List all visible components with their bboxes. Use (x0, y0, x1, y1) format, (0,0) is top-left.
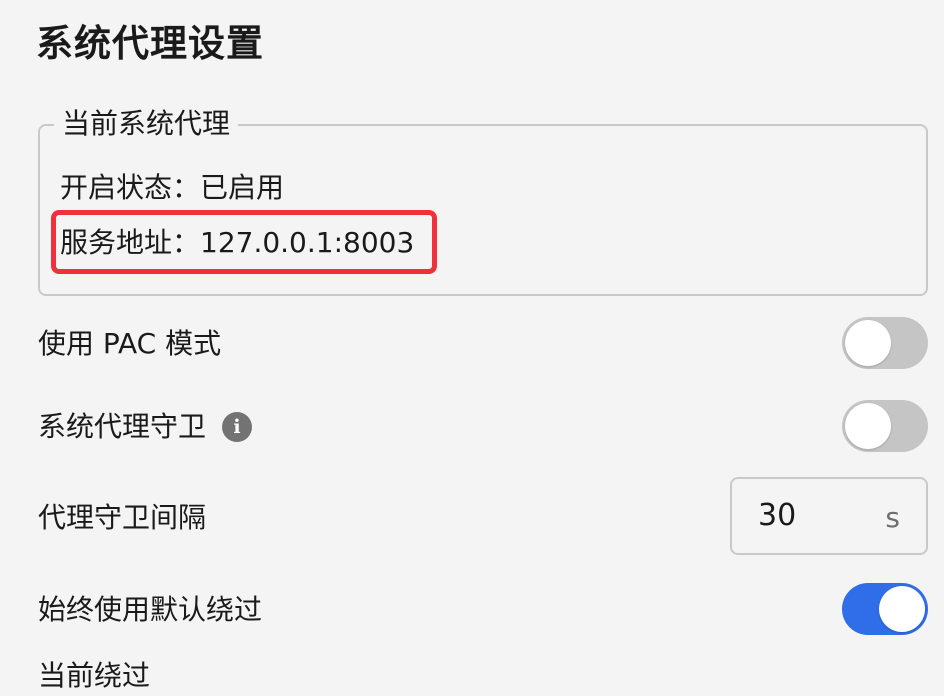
info-icon[interactable]: i (222, 412, 253, 442)
pac-mode-row: 使用 PAC 模式 (38, 314, 928, 374)
current-bypass-label: 当前绕过 (38, 659, 151, 692)
proxy-status-text: 开启状态：已启用 (60, 171, 285, 204)
current-proxy-legend: 当前系统代理 (54, 104, 239, 144)
pac-mode-toggle[interactable] (842, 317, 928, 369)
guard-interval-unit: s (885, 501, 900, 534)
page-title: 系统代理设置 (36, 22, 264, 65)
default-bypass-label: 始终使用默认绕过 (38, 593, 263, 626)
guard-interval-input[interactable]: 30 s (730, 477, 928, 555)
proxy-guard-label: 系统代理守卫 (38, 410, 207, 443)
guard-interval-value: 30 (758, 498, 797, 533)
guard-interval-label: 代理守卫间隔 (38, 501, 207, 534)
proxy-guard-toggle[interactable] (842, 400, 928, 452)
toggle-knob (845, 320, 891, 366)
proxy-guard-row: 系统代理守卫 i (38, 397, 928, 457)
toggle-knob (879, 586, 925, 632)
proxy-guard-label-group: 系统代理守卫 i (38, 407, 253, 447)
default-bypass-row: 始终使用默认绕过 (38, 580, 928, 640)
guard-interval-row: 代理守卫间隔 30 s (38, 477, 928, 555)
toggle-knob (845, 403, 891, 449)
address-highlight-box (51, 210, 437, 274)
default-bypass-toggle[interactable] (842, 583, 928, 635)
pac-mode-label: 使用 PAC 模式 (38, 327, 222, 360)
